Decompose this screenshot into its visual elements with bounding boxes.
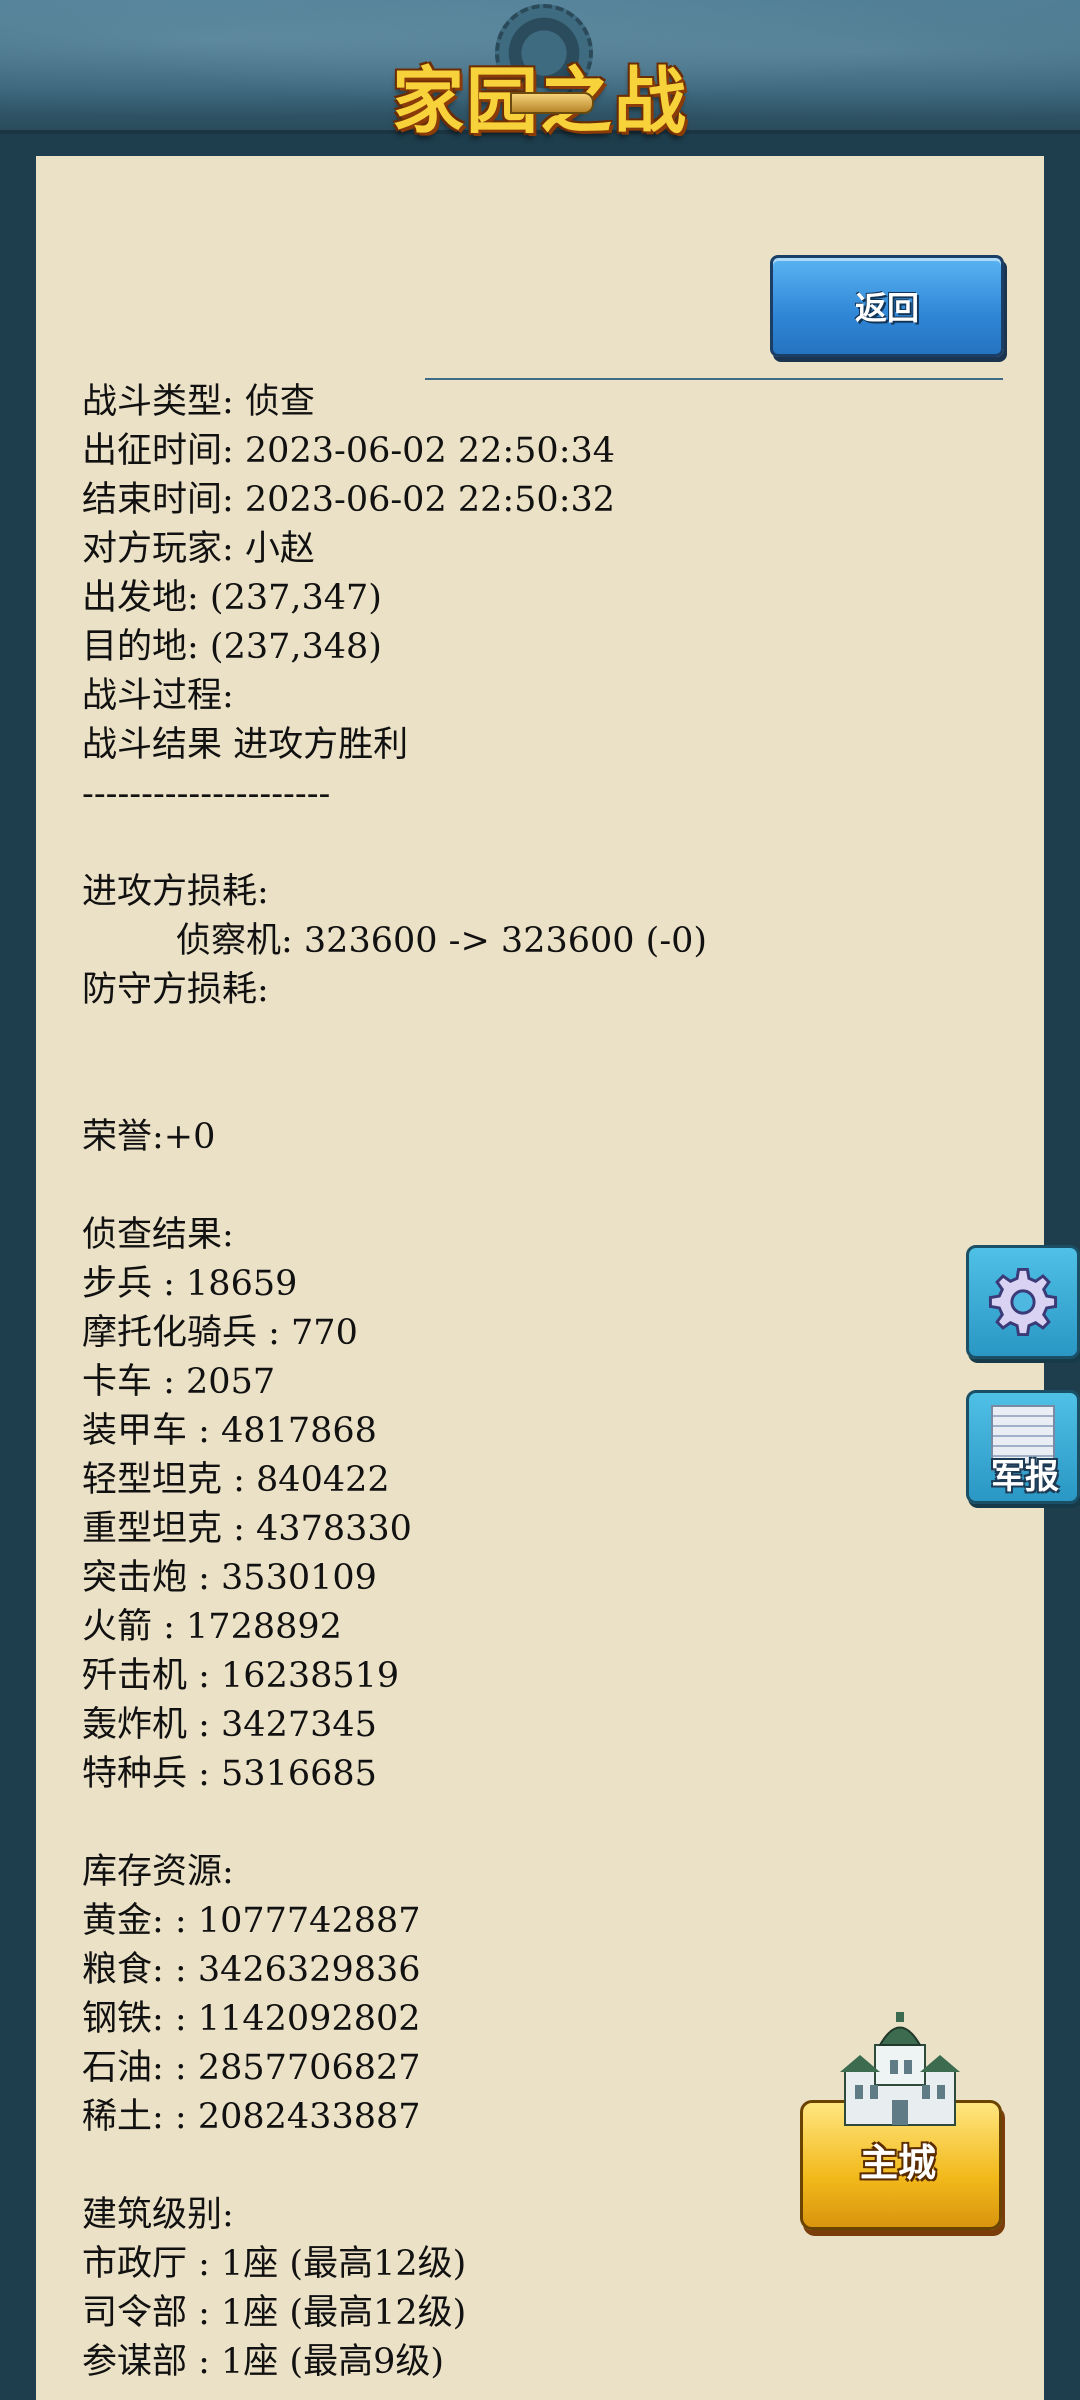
- report-line: 歼击机 : 16238519: [82, 1656, 400, 1696]
- gear-icon: [988, 1267, 1058, 1337]
- main-city-button[interactable]: 主城: [800, 2010, 1002, 2240]
- military-report-button[interactable]: 军报: [966, 1390, 1080, 1504]
- report-line: 装甲车 : 4817868: [82, 1411, 377, 1451]
- report-line: 司令部 : 1座 (最高12级): [82, 2293, 467, 2333]
- report-line: 突击炮 : 3530109: [82, 1558, 377, 1598]
- report-line: [82, 1799, 982, 1848]
- report-line: 库存资源:: [82, 1852, 234, 1892]
- report-line: 参谋部 : 1座 (最高9级): [82, 2342, 445, 2382]
- report-line: 战斗结果 进攻方胜利: [82, 725, 409, 765]
- report-line: [82, 1162, 982, 1211]
- report-line: 摩托化骑兵 : 770: [82, 1313, 358, 1353]
- report-line: 市政厅 : 1座 (最高12级): [82, 2244, 467, 2284]
- report-line: 卡车 : 2057: [82, 1362, 276, 1402]
- logo-bullet-icon: [510, 92, 594, 114]
- main-city-label: 主城: [859, 2141, 936, 2185]
- report-line: 侦查结果:: [82, 1215, 234, 1255]
- report-line: ---------------------: [82, 774, 331, 814]
- settings-button[interactable]: [966, 1245, 1080, 1359]
- game-logo: 家园之战: [390, 0, 690, 143]
- top-banner: 家园之战: [0, 0, 1080, 143]
- report-line: 战斗类型: 侦查: [82, 382, 315, 422]
- report-line: 结束时间: 2023-06-02 22:50:32: [82, 480, 616, 520]
- report-line: 粮食: : 3426329836: [82, 1950, 421, 1990]
- report-line: 轻型坦克 : 840422: [82, 1460, 390, 1500]
- report-line: 火箭 : 1728892: [82, 1607, 342, 1647]
- report-line: 侦察机: 323600 -> 323600 (-0): [176, 921, 708, 961]
- report-line: [82, 819, 982, 868]
- report-line: 荣誉:+0: [82, 1117, 216, 1157]
- report-line: 对方玩家: 小赵: [82, 529, 315, 569]
- report-line: 防守方损耗:: [82, 970, 269, 1010]
- report-line: [82, 1015, 982, 1064]
- report-line: 出发地: (237,347): [82, 578, 382, 618]
- report-line: 特种兵 : 5316685: [82, 1754, 377, 1794]
- report-line: 战斗过程:: [82, 676, 234, 716]
- city-hall-icon: [840, 2012, 960, 2126]
- report-line: 进攻方损耗:: [82, 872, 269, 912]
- back-button[interactable]: 返回: [770, 255, 1004, 357]
- report-line: [82, 1064, 982, 1113]
- report-line: 重型坦克 : 4378330: [82, 1509, 412, 1549]
- report-line: 步兵 : 18659: [82, 1264, 298, 1304]
- report-line: 黄金: : 1077742887: [82, 1901, 421, 1941]
- report-line: 轰炸机 : 3427345: [82, 1705, 377, 1745]
- report-line: 目的地: (237,348): [82, 627, 382, 667]
- report-line: 出征时间: 2023-06-02 22:50:34: [82, 431, 616, 471]
- military-report-label: 军报: [991, 1457, 1059, 1497]
